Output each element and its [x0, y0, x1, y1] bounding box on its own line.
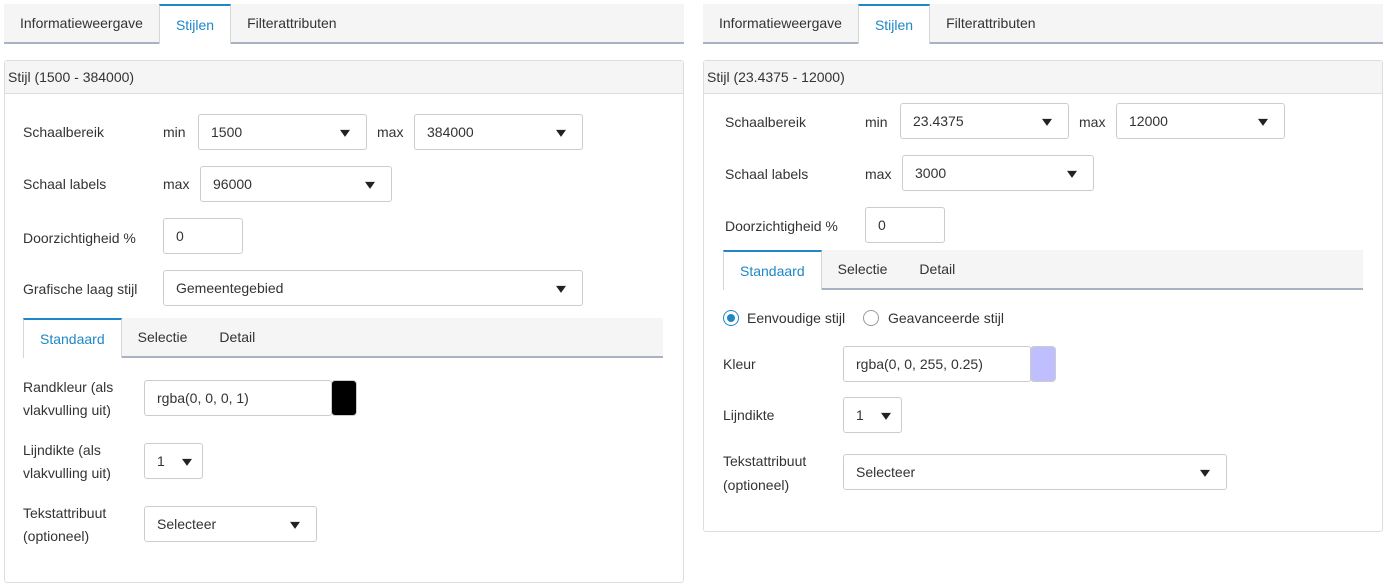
- border-color-label-1: Randkleur (als: [23, 379, 114, 395]
- color-input[interactable]: rgba(0, 0, 255, 0.25): [843, 346, 1031, 382]
- subtab-detail[interactable]: Detail: [903, 250, 971, 288]
- scale-range-max-select[interactable]: 384000: [414, 114, 583, 150]
- tab-informatieweergave[interactable]: Informatieweergave: [703, 4, 858, 42]
- text-attr-value: Selecteer: [856, 464, 916, 480]
- subtab-selectie[interactable]: Selectie: [822, 250, 904, 288]
- subtab-detail[interactable]: Detail: [203, 318, 271, 356]
- scale-range-min-value: 23.4375: [913, 113, 964, 129]
- tab-filterattributen[interactable]: Filterattributen: [231, 4, 352, 42]
- line-width-label-2: vlakvulling uit): [23, 465, 111, 481]
- graphic-style-value: Gemeentegebied: [176, 280, 284, 296]
- text-attr-select[interactable]: Selecteer: [144, 506, 317, 542]
- chevron-down-icon: [556, 285, 566, 293]
- tab-stijlen[interactable]: Stijlen: [158, 4, 232, 44]
- scale-labels-max-select[interactable]: 96000: [200, 166, 392, 202]
- chevron-down-icon: [290, 521, 300, 529]
- line-width-label: Lijndikte: [723, 407, 775, 423]
- scale-labels-max-select[interactable]: 3000: [902, 155, 1094, 191]
- style-header: Stijl (1500 - 384000): [5, 61, 683, 94]
- scale-labels-max-value: 96000: [213, 176, 252, 192]
- scale-range-min-select[interactable]: 23.4375: [900, 103, 1069, 139]
- subtab-selectie[interactable]: Selectie: [122, 318, 204, 356]
- border-color-swatch[interactable]: [331, 380, 357, 416]
- text-attr-select[interactable]: Selecteer: [843, 454, 1227, 490]
- chevron-down-icon: [881, 412, 891, 420]
- simple-style-radio[interactable]: [723, 310, 739, 326]
- border-color-input[interactable]: rgba(0, 0, 0, 1): [144, 380, 332, 416]
- style-header: Stijl (23.4375 - 12000): [704, 61, 1382, 94]
- chevron-down-icon: [182, 458, 192, 466]
- color-value: rgba(0, 0, 255, 0.25): [856, 356, 983, 372]
- scale-range-max-label: max: [377, 124, 404, 140]
- main-tabbar: Informatieweergave Stijlen Filterattribu…: [4, 4, 684, 44]
- color-swatch[interactable]: [1030, 346, 1056, 382]
- scale-range-label: Schaalbereik: [23, 124, 104, 140]
- line-width-value: 1: [157, 453, 165, 469]
- text-attr-label-1: Tekstattribuut: [723, 453, 807, 469]
- main-tabbar: Informatieweergave Stijlen Filterattribu…: [703, 4, 1383, 44]
- scale-labels-label: Schaal labels: [725, 166, 809, 182]
- tab-filterattributen[interactable]: Filterattributen: [930, 4, 1051, 42]
- scale-range-min-label: min: [865, 114, 888, 130]
- scale-range-label: Schaalbereik: [725, 114, 806, 130]
- scale-range-max-value: 12000: [1129, 113, 1168, 129]
- left-style-panel: Informatieweergave Stijlen Filterattribu…: [0, 0, 686, 586]
- scale-range-max-label: max: [1079, 114, 1106, 130]
- border-color-value: rgba(0, 0, 0, 1): [157, 390, 249, 406]
- simple-style-label: Eenvoudige stijl: [747, 310, 846, 326]
- scale-labels-max-label: max: [865, 166, 892, 182]
- transparency-value: 0: [176, 228, 184, 244]
- chevron-down-icon: [1067, 170, 1077, 178]
- text-attr-label-1: Tekstattribuut: [23, 505, 107, 521]
- line-width-value: 1: [856, 407, 864, 423]
- scale-range-min-select[interactable]: 1500: [198, 114, 367, 150]
- chevron-down-icon: [1200, 469, 1210, 477]
- line-width-select[interactable]: 1: [843, 397, 902, 433]
- scale-labels-max-label: max: [163, 176, 190, 192]
- text-attr-label-2: (optioneel): [723, 477, 790, 493]
- scale-labels-max-value: 3000: [915, 165, 947, 181]
- transparency-label: Doorzichtigheid %: [23, 230, 136, 246]
- chevron-down-icon: [1042, 118, 1052, 126]
- border-color-label-2: vlakvulling uit): [23, 402, 111, 418]
- advanced-style-radio[interactable]: [863, 310, 879, 326]
- line-width-label-1: Lijndikte (als: [23, 442, 101, 458]
- right-style-panel: Informatieweergave Stijlen Filterattribu…: [700, 0, 1386, 586]
- chevron-down-icon: [556, 129, 566, 137]
- transparency-input[interactable]: 0: [163, 218, 243, 254]
- subtab-standaard[interactable]: Standaard: [23, 318, 122, 358]
- transparency-label: Doorzichtigheid %: [725, 218, 838, 234]
- chevron-down-icon: [340, 129, 350, 137]
- text-attr-label-2: (optioneel): [23, 528, 90, 544]
- transparency-input[interactable]: 0: [865, 207, 945, 243]
- advanced-style-label: Geavanceerde stijl: [888, 310, 1004, 326]
- style-subtabbar: Standaard Selectie Detail: [23, 318, 663, 358]
- scale-range-max-select[interactable]: 12000: [1116, 103, 1285, 139]
- chevron-down-icon: [365, 181, 375, 189]
- tab-informatieweergave[interactable]: Informatieweergave: [4, 4, 159, 42]
- scale-range-max-value: 384000: [427, 124, 474, 140]
- style-subtabbar: Standaard Selectie Detail: [723, 250, 1363, 290]
- graphic-style-label: Grafische laag stijl: [23, 281, 138, 297]
- text-attr-value: Selecteer: [157, 516, 217, 532]
- scale-labels-label: Schaal labels: [23, 176, 107, 192]
- subtab-standaard[interactable]: Standaard: [723, 250, 822, 290]
- scale-range-min-value: 1500: [211, 124, 243, 140]
- scale-range-min-label: min: [163, 124, 186, 140]
- graphic-style-select[interactable]: Gemeentegebied: [163, 270, 583, 306]
- transparency-value: 0: [878, 217, 886, 233]
- tab-stijlen[interactable]: Stijlen: [857, 4, 931, 44]
- color-label: Kleur: [723, 356, 756, 372]
- chevron-down-icon: [1258, 118, 1268, 126]
- line-width-select[interactable]: 1: [144, 443, 203, 479]
